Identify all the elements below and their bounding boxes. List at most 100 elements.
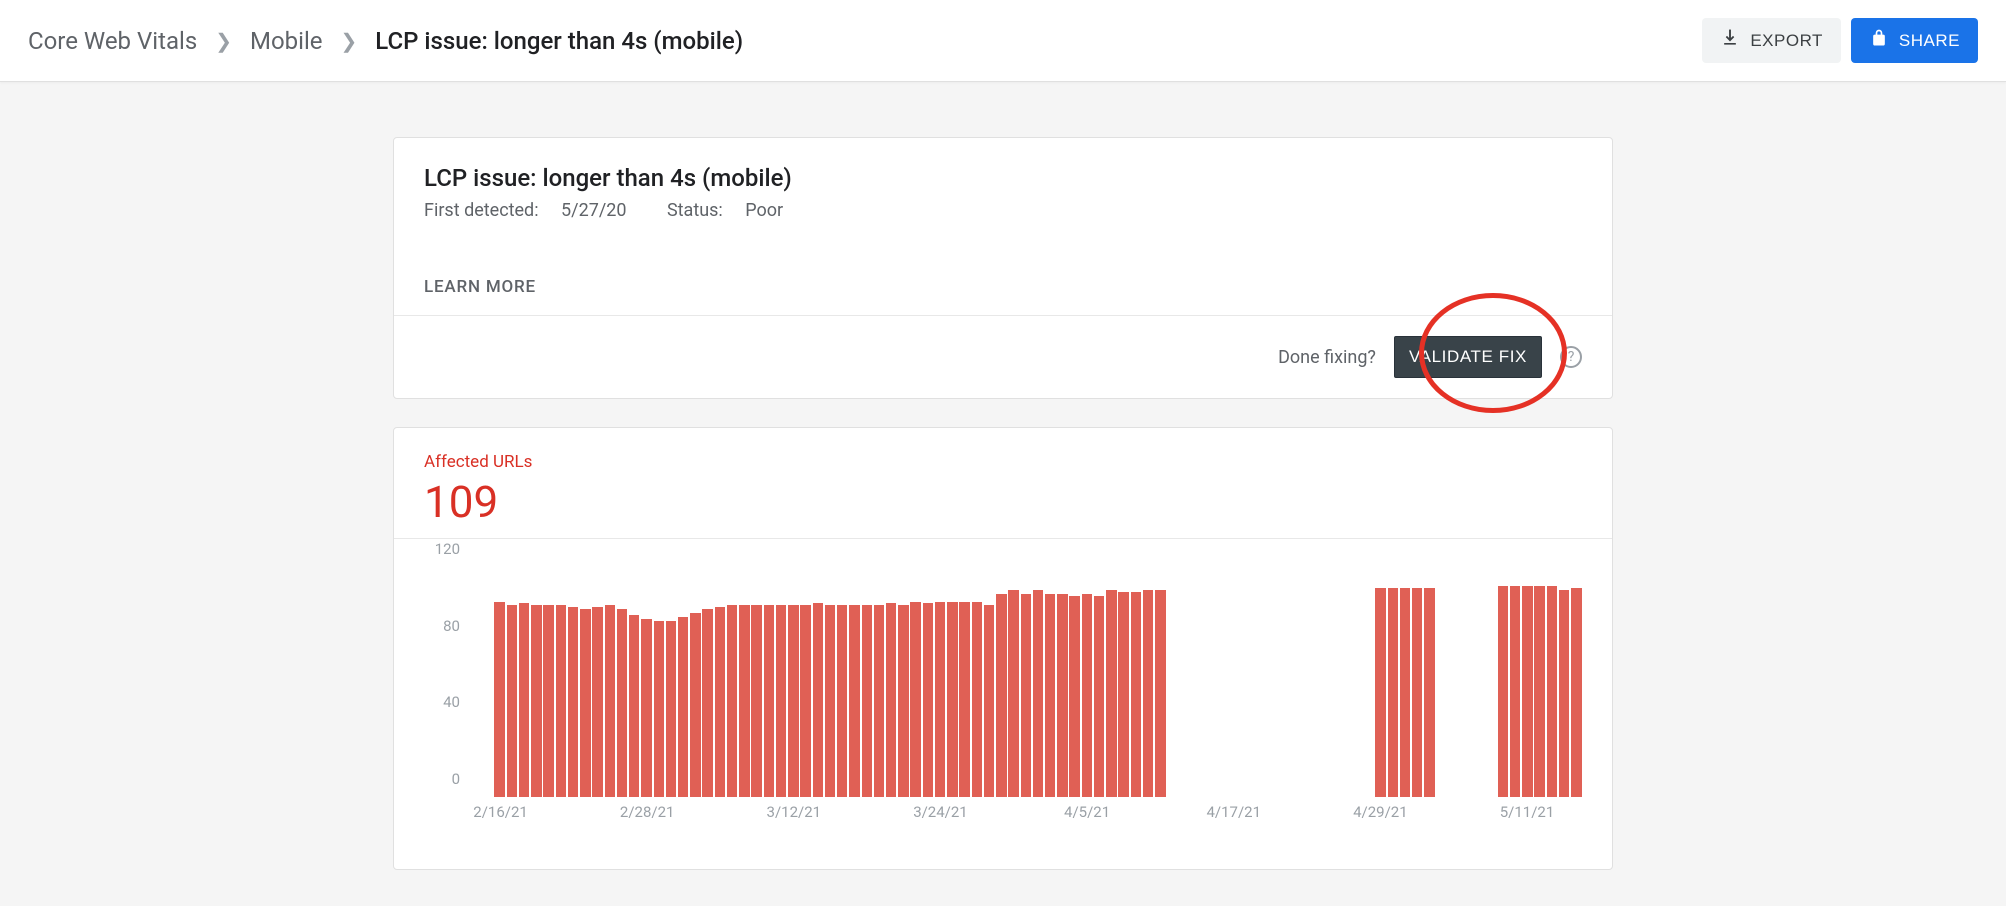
chart-bar bbox=[1424, 588, 1434, 797]
chart-bar bbox=[580, 609, 590, 797]
chart-bar bbox=[605, 605, 615, 797]
chart-bar bbox=[1057, 594, 1067, 797]
status-value: Poor bbox=[745, 200, 783, 221]
help-icon[interactable]: ? bbox=[1560, 346, 1582, 368]
export-button[interactable]: EXPORT bbox=[1702, 18, 1841, 63]
chart-bar bbox=[1143, 590, 1153, 797]
chart-bar bbox=[1388, 588, 1398, 797]
status-label: Status: bbox=[667, 200, 723, 221]
lock-icon bbox=[1869, 28, 1889, 53]
chart-bar bbox=[1498, 586, 1508, 797]
x-tick: 5/11/21 bbox=[1500, 803, 1555, 821]
x-tick: 3/24/21 bbox=[913, 803, 968, 821]
chart-bar bbox=[947, 602, 957, 798]
download-icon bbox=[1720, 28, 1740, 53]
chart-bar bbox=[1155, 590, 1165, 797]
chart-bar bbox=[972, 602, 982, 798]
top-bar: Core Web Vitals ❯ Mobile ❯ LCP issue: lo… bbox=[0, 0, 2006, 82]
y-tick: 0 bbox=[452, 770, 460, 788]
chart-bar bbox=[702, 609, 712, 797]
chart-bar bbox=[641, 619, 651, 797]
chart-bar bbox=[1033, 590, 1043, 797]
content: LCP issue: longer than 4s (mobile) First… bbox=[393, 137, 1613, 870]
share-button[interactable]: SHARE bbox=[1851, 18, 1978, 63]
x-tick: 3/12/21 bbox=[767, 803, 822, 821]
chart-bar bbox=[678, 617, 688, 797]
chart-bar bbox=[862, 605, 872, 797]
first-detected-value: 5/27/20 bbox=[561, 200, 626, 221]
done-fixing-label: Done fixing? bbox=[1278, 347, 1376, 368]
chart-wrap: 04080120 2/16/21 2/28/21 3/12/21 3/24/21 4/5… bbox=[394, 538, 1612, 869]
chart-bar bbox=[617, 609, 627, 797]
chart-bar bbox=[519, 603, 529, 797]
breadcrumb-mid[interactable]: Mobile bbox=[250, 27, 323, 55]
chart-bar bbox=[1547, 586, 1557, 797]
chart-bar bbox=[1522, 586, 1532, 797]
chart-bar bbox=[984, 605, 994, 797]
chart-bar bbox=[1571, 588, 1581, 797]
first-detected-label: First detected: bbox=[424, 200, 539, 221]
chart-bar bbox=[825, 605, 835, 797]
chart-card: Affected URLs 109 04080120 2/16/212/28/2… bbox=[393, 427, 1613, 870]
chart-bar bbox=[910, 602, 920, 798]
chart-bar bbox=[813, 603, 823, 797]
chart-bar bbox=[1400, 588, 1410, 797]
chart-plot-area: 04080120 bbox=[470, 567, 1582, 797]
chart-bar bbox=[690, 613, 700, 797]
x-axis: 2/16/21 2/28/21 3/12/21 3/24/21 4/5/21 4/17/2… bbox=[470, 803, 1582, 829]
y-tick: 80 bbox=[443, 617, 460, 635]
chart-bar bbox=[654, 621, 664, 797]
chart-bar bbox=[837, 605, 847, 797]
chart-bar bbox=[849, 605, 859, 797]
validate-fix-button[interactable]: VALIDATE FIX bbox=[1394, 336, 1542, 378]
chart-bar bbox=[592, 607, 602, 797]
breadcrumb-root[interactable]: Core Web Vitals bbox=[28, 27, 197, 55]
chart-bar bbox=[751, 605, 761, 797]
chart-bar bbox=[494, 602, 504, 798]
chart-bar bbox=[1094, 596, 1104, 797]
chevron-right-icon: ❯ bbox=[215, 29, 232, 53]
x-tick: 4/5/21 bbox=[1064, 803, 1110, 821]
chart-bar bbox=[996, 594, 1006, 797]
chart-bar bbox=[776, 605, 786, 797]
chart-bar bbox=[923, 603, 933, 797]
chevron-right-icon: ❯ bbox=[341, 29, 358, 53]
x-tick: 2/16/21 bbox=[473, 803, 528, 821]
x-tick: 4/17/21 bbox=[1206, 803, 1261, 821]
chart-bar bbox=[1375, 588, 1385, 797]
export-label: EXPORT bbox=[1750, 31, 1823, 51]
chart-bar bbox=[1131, 592, 1141, 797]
chart-bars bbox=[470, 567, 1582, 797]
learn-more-link[interactable]: LEARN MORE bbox=[424, 277, 1582, 297]
chart-bar bbox=[1021, 594, 1031, 797]
chart-bar bbox=[727, 605, 737, 797]
topbar-actions: EXPORT SHARE bbox=[1702, 18, 1978, 63]
breadcrumb-leaf: LCP issue: longer than 4s (mobile) bbox=[375, 27, 743, 55]
affected-urls-label: Affected URLs bbox=[424, 452, 1582, 472]
chart-bar bbox=[1106, 590, 1116, 797]
chart-bar bbox=[1118, 592, 1128, 797]
chart-bar bbox=[886, 603, 896, 797]
chart-bar bbox=[629, 615, 639, 797]
chart-bar bbox=[1082, 594, 1092, 797]
chart-bar bbox=[800, 605, 810, 797]
chart-bar bbox=[531, 605, 541, 797]
chart-bar bbox=[1045, 594, 1055, 797]
issue-meta: First detected: 5/27/20 Status: Poor bbox=[424, 200, 1582, 221]
share-label: SHARE bbox=[1899, 31, 1960, 51]
x-tick: 2/28/21 bbox=[620, 803, 675, 821]
breadcrumb: Core Web Vitals ❯ Mobile ❯ LCP issue: lo… bbox=[28, 27, 743, 55]
chart-bar bbox=[1534, 586, 1544, 797]
chart-bar bbox=[935, 602, 945, 798]
y-tick: 120 bbox=[435, 540, 460, 558]
chart-bar bbox=[715, 607, 725, 797]
chart-bar bbox=[874, 605, 884, 797]
chart-bar bbox=[1559, 590, 1569, 797]
chart-bar bbox=[507, 605, 517, 797]
chart-bar bbox=[666, 621, 676, 797]
chart-bar bbox=[556, 605, 566, 797]
issue-title: LCP issue: longer than 4s (mobile) bbox=[424, 164, 1582, 192]
chart-bar bbox=[739, 605, 749, 797]
chart-bar bbox=[898, 605, 908, 797]
x-tick: 4/29/21 bbox=[1353, 803, 1408, 821]
